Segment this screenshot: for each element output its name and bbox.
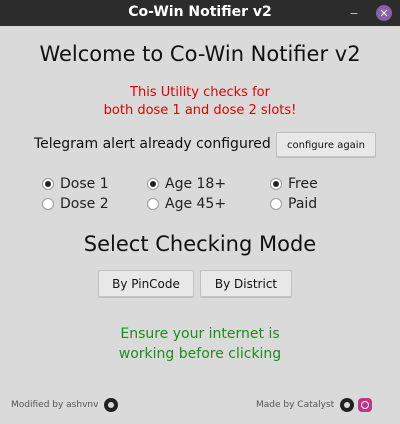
close-button[interactable]: ✕ bbox=[376, 5, 392, 21]
radio-indicator bbox=[147, 198, 159, 210]
radio-indicator bbox=[270, 178, 282, 190]
internet-warning: Ensure your internet is working before c… bbox=[0, 324, 400, 364]
radio-label: Dose 2 bbox=[60, 196, 109, 212]
made-by-text: Made by Catalyst bbox=[256, 400, 335, 410]
radio-dose-2[interactable]: Dose 2 bbox=[42, 196, 109, 212]
footer-right: Made by Catalyst bbox=[256, 398, 373, 412]
info-note: This Utility checks for both dose 1 and … bbox=[0, 84, 400, 120]
radio-label: Dose 1 bbox=[60, 176, 109, 192]
radio-label: Paid bbox=[288, 196, 318, 212]
radio-dose-1[interactable]: Dose 1 bbox=[42, 176, 109, 192]
warning-line-2: working before clicking bbox=[118, 346, 282, 362]
radio-free[interactable]: Free bbox=[270, 176, 318, 192]
radio-paid[interactable]: Paid bbox=[270, 196, 317, 212]
info-line-2: both dose 1 and dose 2 slots! bbox=[103, 103, 297, 118]
window-title: Co-Win Notifier v2 bbox=[128, 4, 272, 20]
github-icon[interactable] bbox=[340, 398, 355, 412]
radio-indicator bbox=[42, 198, 54, 210]
instagram-icon[interactable] bbox=[358, 398, 373, 412]
by-pincode-button[interactable]: By PinCode bbox=[98, 270, 194, 298]
window-titlebar: Co-Win Notifier v2 − ✕ bbox=[0, 0, 400, 26]
configure-again-button[interactable]: configure again bbox=[276, 132, 376, 158]
by-district-button[interactable]: By District bbox=[200, 270, 292, 298]
telegram-status-label: Telegram alert already configured bbox=[34, 136, 271, 152]
radio-label: Age 18+ bbox=[165, 176, 227, 192]
info-line-1: This Utility checks for bbox=[130, 85, 270, 100]
welcome-heading: Welcome to Co-Win Notifier v2 bbox=[39, 42, 361, 66]
radio-indicator bbox=[270, 198, 282, 210]
footer-left: Modified by ashvnv bbox=[11, 398, 119, 412]
radio-age-18[interactable]: Age 18+ bbox=[147, 176, 226, 192]
radio-age-45[interactable]: Age 45+ bbox=[147, 196, 226, 212]
mode-heading: Select Checking Mode bbox=[83, 232, 317, 256]
modified-by-text: Modified by ashvnv bbox=[11, 400, 99, 410]
radio-indicator bbox=[147, 178, 159, 190]
radio-label: Age 45+ bbox=[165, 196, 227, 212]
warning-line-1: Ensure your internet is bbox=[120, 326, 280, 342]
minimize-button[interactable]: − bbox=[346, 5, 362, 21]
github-icon[interactable] bbox=[104, 398, 119, 412]
radio-label: Free bbox=[288, 176, 318, 192]
radio-indicator bbox=[42, 178, 54, 190]
